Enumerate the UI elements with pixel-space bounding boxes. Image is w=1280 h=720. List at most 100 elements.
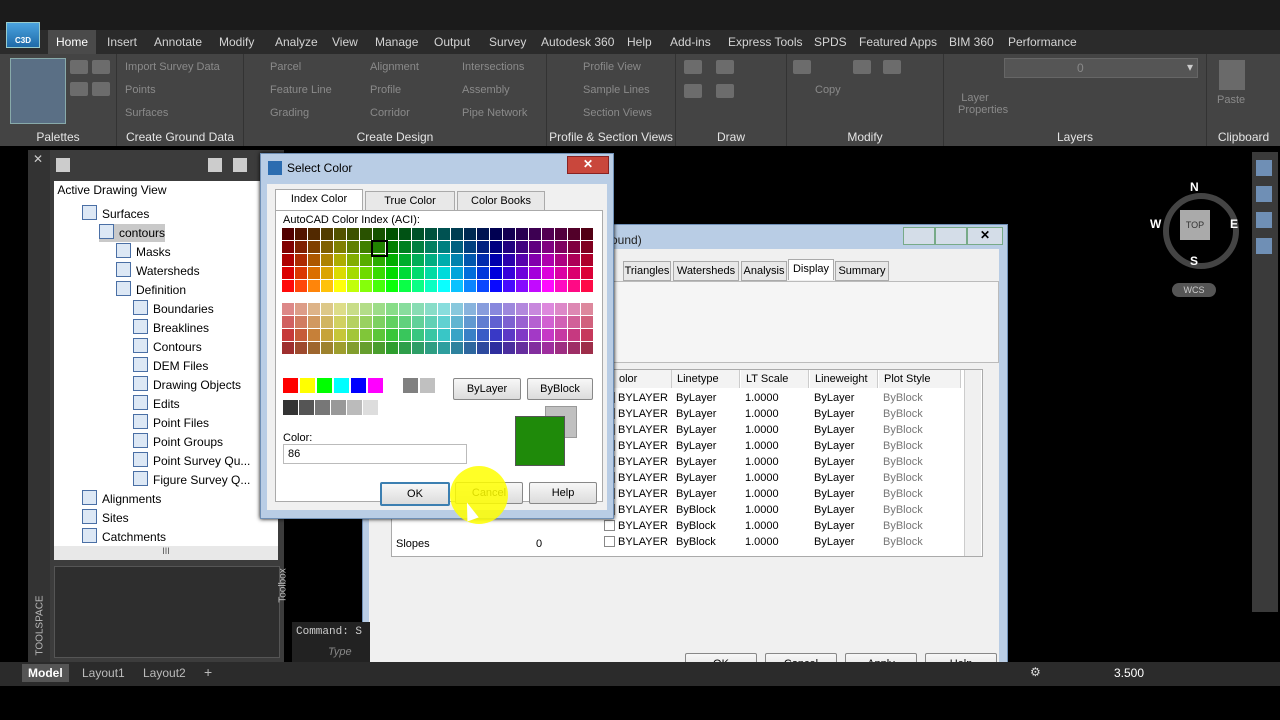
aci-swatch[interactable] [555,280,567,292]
help-button[interactable]: Help [529,482,597,504]
orbit-icon[interactable] [1256,238,1272,254]
aci-swatch[interactable] [386,316,398,328]
table-cell[interactable]: 1.0000 [745,486,779,502]
layer-properties-button[interactable]: Layer Properties [958,92,1008,116]
table-cell[interactable]: ByLayer [814,406,854,422]
aci-swatch[interactable] [386,228,398,240]
alignment-button[interactable]: Alignment [370,61,419,73]
aci-swatch[interactable] [295,241,307,253]
table-cell[interactable]: ByBlock [883,470,923,486]
byblock-button[interactable]: ByBlock [527,378,593,400]
aci-swatch[interactable] [321,316,333,328]
tree-item[interactable]: Boundaries [133,300,214,318]
trim-icon[interactable] [883,60,901,74]
tab-summary[interactable]: Summary [835,261,889,281]
aci-swatch[interactable] [386,303,398,315]
table-cell[interactable]: ByLayer [676,438,716,454]
table-cell[interactable]: BYLAYER [618,406,668,422]
table-cell[interactable]: ByLayer [676,486,716,502]
aci-swatch[interactable] [438,241,450,253]
table-cell[interactable]: ByBlock [883,486,923,502]
aci-swatch[interactable] [295,316,307,328]
copy-button[interactable]: Copy [815,84,841,96]
aci-swatch[interactable] [516,267,528,279]
gray-shade-swatch[interactable] [379,400,394,415]
tab-help[interactable]: Help [627,35,652,49]
aci-swatch[interactable] [399,329,411,341]
tab-autodesk-360[interactable]: Autodesk 360 [541,35,614,49]
standard-color-swatch[interactable] [368,378,383,393]
table-cell[interactable]: 1.0000 [745,422,779,438]
panel-title[interactable]: Clipboard [1207,130,1280,144]
aci-swatch[interactable] [295,329,307,341]
aci-swatch[interactable] [373,316,385,328]
aci-swatch[interactable] [334,254,346,266]
line-icon[interactable] [684,60,702,74]
aci-swatch[interactable] [360,228,372,240]
aci-swatch[interactable] [321,342,333,354]
aci-swatch[interactable] [308,342,320,354]
aci-swatch[interactable] [503,241,515,253]
aci-swatch[interactable] [438,329,450,341]
aci-swatch[interactable] [412,267,424,279]
aci-swatch[interactable] [490,254,502,266]
aci-swatch[interactable] [399,241,411,253]
aci-swatch[interactable] [347,280,359,292]
aci-swatch[interactable] [516,329,528,341]
tab-express-tools[interactable]: Express Tools [728,35,802,49]
aci-swatch[interactable] [490,280,502,292]
aci-swatch[interactable] [477,241,489,253]
layer-dropdown[interactable]: 0 ▾ [1004,58,1198,78]
tab-add-ins[interactable]: Add-ins [670,35,711,49]
aci-swatch[interactable] [321,228,333,240]
tree-item[interactable]: DEM Files [133,357,208,375]
tab-survey[interactable]: Survey [489,35,526,49]
aci-swatch[interactable] [581,228,593,240]
aci-swatch[interactable] [555,329,567,341]
aci-swatch[interactable] [490,267,502,279]
aci-swatch[interactable] [334,329,346,341]
aci-swatch[interactable] [529,254,541,266]
aci-swatch[interactable] [542,280,554,292]
aci-swatch[interactable] [373,303,385,315]
points-button[interactable]: Points [125,84,156,96]
toolspace-tool-icon[interactable] [56,158,70,172]
aci-swatch[interactable] [568,303,580,315]
aci-swatch[interactable] [451,280,463,292]
table-cell[interactable]: ByLayer [814,486,854,502]
aci-swatch[interactable] [373,241,385,253]
table-cell[interactable]: BYLAYER [618,422,668,438]
table-cell[interactable]: ByLayer [814,454,854,470]
column-header-color[interactable]: olor [614,370,672,388]
aci-swatch[interactable] [555,303,567,315]
aci-swatch[interactable] [568,329,580,341]
aci-swatch[interactable] [490,303,502,315]
aci-swatch[interactable] [529,316,541,328]
aci-swatch[interactable] [295,228,307,240]
aci-swatch[interactable] [529,228,541,240]
gray-shade-swatch[interactable] [299,400,314,415]
aci-swatch[interactable] [308,280,320,292]
aci-swatch[interactable] [360,254,372,266]
aci-swatch[interactable] [581,316,593,328]
aci-swatch[interactable] [360,329,372,341]
aci-swatch[interactable] [425,241,437,253]
aci-swatch[interactable] [321,280,333,292]
table-vertical-scrollbar[interactable] [964,370,981,556]
table-cell[interactable]: 1.0000 [745,438,779,454]
tab-watersheds[interactable]: Watersheds [673,261,739,281]
aci-swatch[interactable] [503,228,515,240]
aci-swatch[interactable] [516,241,528,253]
aci-swatch[interactable] [581,254,593,266]
table-cell[interactable]: ByBlock [883,390,923,406]
tree-item[interactable]: Masks [116,243,171,261]
aci-swatch[interactable] [451,303,463,315]
aci-swatch[interactable] [555,316,567,328]
table-cell[interactable]: ByBlock [883,518,923,534]
aci-swatch[interactable] [373,342,385,354]
row-visible[interactable]: 0 [536,536,542,552]
close-icon[interactable]: ✕ [33,152,43,166]
palette-icon[interactable] [70,60,88,74]
viewcube-top[interactable]: TOP [1180,210,1210,240]
gray-shade-swatch[interactable] [331,400,346,415]
